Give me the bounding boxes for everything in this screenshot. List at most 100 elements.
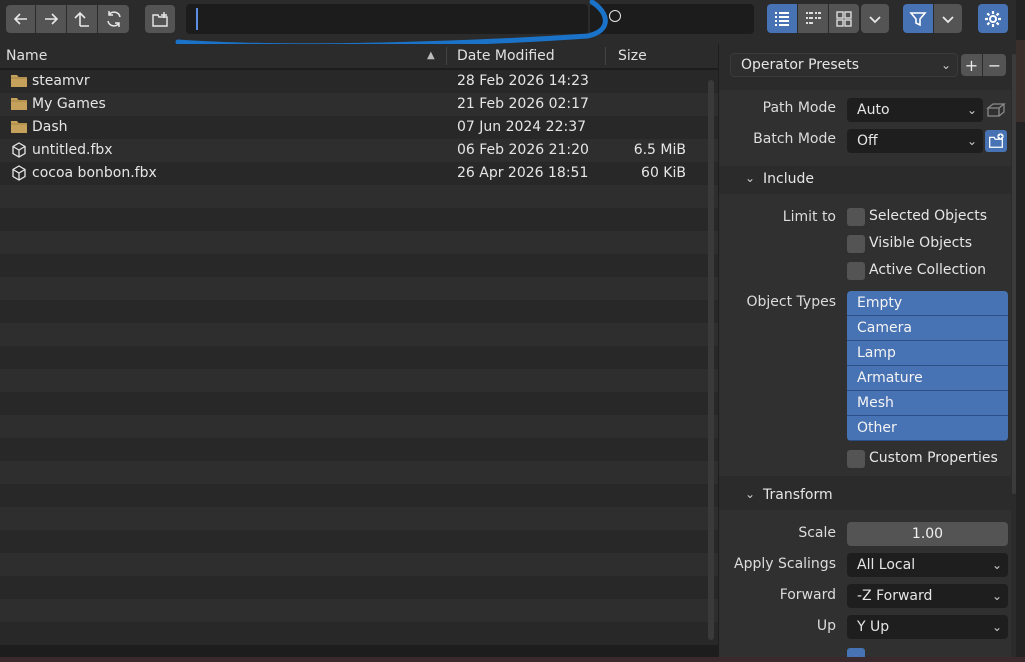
refresh-button[interactable] [98,5,129,33]
empty-row [0,300,718,323]
file-browser-toolbar [0,0,1025,49]
file-size [610,70,686,93]
scale-label: Scale [798,525,836,541]
custom-properties-checkbox[interactable] [847,450,865,468]
up-axis-value: Y Up [857,619,890,635]
file-name: My Games [32,96,106,112]
empty-row [0,369,718,392]
batch-mode-value: Off [857,133,878,149]
include-section-title: Include [763,171,814,187]
thumbnails-icon [836,10,852,27]
path-mode-dropdown[interactable]: Auto ⌄ [847,98,983,122]
custom-properties-option[interactable]: Custom Properties [847,449,1017,471]
horizontal-list-icon [806,11,821,24]
parent-directory-button[interactable] [67,5,97,33]
file-row[interactable]: My Games 21 Feb 2026 02:17 [0,93,718,116]
apply-scalings-value: All Local [857,557,916,573]
folder-icon [10,72,28,95]
include-section-header[interactable]: ⌄ Include [719,166,1011,194]
object-type-item[interactable]: Armature [847,366,1008,391]
column-header-size[interactable]: Size [618,44,698,68]
back-button[interactable] [6,5,35,33]
object-type-item[interactable]: Camera [847,316,1008,341]
view-thumbnails-button[interactable] [829,4,859,33]
empty-row [0,415,718,438]
apply-scalings-dropdown[interactable]: All Local ⌄ [847,553,1008,577]
limit-to-option[interactable]: Selected Objects [847,207,1017,229]
remove-preset-button[interactable]: − [983,54,1006,76]
limit-to-option[interactable]: Active Collection [847,261,1017,283]
cube-icon [10,141,28,164]
apply-scalings-label: Apply Scalings [734,556,836,572]
filter-toggle-button[interactable] [903,4,933,33]
view-vertical-list-button[interactable] [767,4,797,33]
limit-to-checkbox[interactable] [847,208,865,226]
object-types-label: Object Types [746,294,837,310]
file-list-scrollbar[interactable] [708,80,714,640]
object-type-item[interactable]: Empty [847,291,1008,316]
file-size: 60 KiB [641,165,686,181]
file-date: 28 Feb 2026 14:23 [457,73,589,89]
path-mode-label: Path Mode [762,100,836,116]
limit-to-checkbox[interactable] [847,235,865,253]
folder-icon [10,118,28,141]
empty-row [0,599,718,622]
directory-path-input[interactable] [186,4,588,34]
file-name: steamvr [32,73,90,89]
empty-row [0,254,718,277]
settings-button[interactable] [978,4,1008,33]
limit-to-option[interactable]: Visible Objects [847,234,1017,256]
file-date: 21 Feb 2026 02:17 [457,96,589,112]
column-header-date[interactable]: Date Modified [457,44,597,68]
empty-row [0,622,718,645]
new-folder-button[interactable] [145,5,175,33]
forward-axis-dropdown[interactable]: -Z Forward ⌄ [847,584,1008,608]
plus-icon: + [964,55,979,75]
vertical-list-icon [775,11,789,26]
batch-own-dir-toggle[interactable] [985,130,1007,152]
add-preset-button[interactable]: + [961,54,982,76]
file-list-header: Name ▲ Date Modified Size [0,44,718,68]
object-type-item[interactable]: Other [847,416,1008,441]
chevron-down-icon: ⌄ [745,487,756,501]
path-mode-value: Auto [857,102,890,118]
chevron-down-icon: ⌄ [966,134,977,148]
column-divider[interactable] [605,47,606,65]
cube-icon [10,164,28,187]
up-axis-dropdown[interactable]: Y Up ⌄ [847,615,1008,639]
transform-section-header[interactable]: ⌄ Transform [719,482,1011,510]
window-bottom-edge [0,657,1025,662]
file-row[interactable]: steamvr 28 Feb 2026 14:23 [0,70,718,93]
file-row[interactable]: Dash 07 Jun 2024 22:37 [0,116,718,139]
embed-textures-toggle[interactable] [985,100,1007,120]
object-types-list: Empty Camera Lamp Armature Mesh Other [847,291,1008,441]
file-name: cocoa bonbon.fbx [32,165,157,181]
batch-mode-dropdown[interactable]: Off ⌄ [847,129,983,153]
object-type-item[interactable]: Mesh [847,391,1008,416]
empty-row [0,438,718,461]
operator-presets-dropdown[interactable]: Operator Presets ⌄ [730,53,958,77]
sort-ascending-icon: ▲ [427,50,435,61]
file-row[interactable]: untitled.fbx 06 Feb 2026 21:20 6.5 MiB [0,139,718,162]
text-caret [196,8,198,30]
custom-properties-label: Custom Properties [869,450,998,466]
scale-slider[interactable]: 1.00 [847,522,1008,546]
filter-options-dropdown[interactable] [934,4,962,33]
empty-row [0,530,718,553]
forward-button[interactable] [36,5,66,33]
chevron-down-icon: ⌄ [940,58,951,72]
file-row[interactable]: cocoa bonbon.fbx 26 Apr 2026 18:51 60 KiB [0,162,718,185]
arrow-left-icon [13,13,27,25]
object-type-item[interactable]: Lamp [847,341,1008,366]
forward-label: Forward [779,587,836,603]
view-horizontal-list-button[interactable] [798,4,828,33]
empty-row [0,346,718,369]
export-options-panel: Operator Presets ⌄ + − Path Mode Auto ⌄ … [719,44,1025,662]
column-header-name[interactable]: Name [6,44,426,68]
limit-to-checkbox[interactable] [847,262,865,280]
display-size-dropdown[interactable] [861,4,889,33]
column-divider[interactable] [446,47,447,65]
file-date: 06 Feb 2026 21:20 [457,142,589,158]
filter-icon [909,11,927,26]
package-icon [986,103,1006,117]
